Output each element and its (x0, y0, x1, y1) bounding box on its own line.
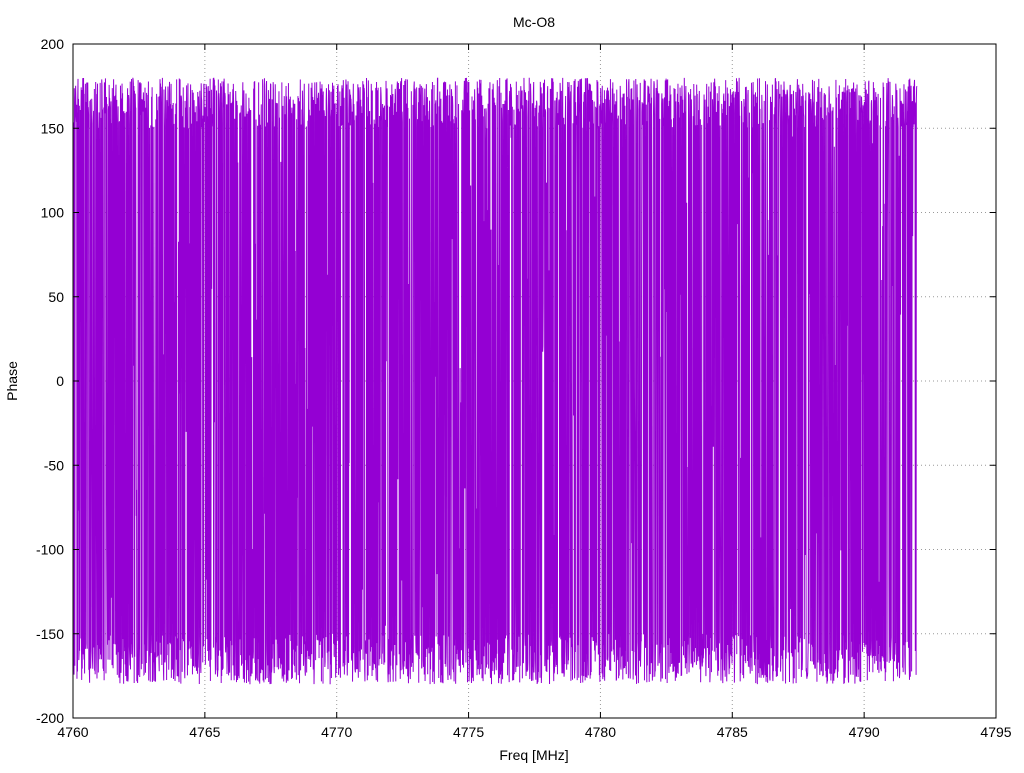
y-tick-label: 0 (56, 373, 64, 389)
series-line (72, 77, 918, 685)
x-tick-label: 4780 (585, 724, 616, 740)
y-tick-label: 150 (41, 120, 65, 136)
phase-chart: 4760 4765 4770 4775 4780 4785 4790 4795 -200 -150… (0, 0, 1024, 768)
y-tick-label: -50 (44, 457, 64, 473)
series-layer (72, 77, 918, 685)
y-tick-label: -200 (36, 710, 64, 726)
y-tick-label: -150 (36, 626, 64, 642)
y-tick-label: 200 (41, 36, 65, 52)
x-tick-label: 4785 (717, 724, 748, 740)
y-tick-label: -100 (36, 542, 64, 558)
chart-title: Mc-O8 (513, 14, 555, 30)
x-tick-label: 4795 (980, 724, 1011, 740)
x-tick-label: 4765 (189, 724, 220, 740)
y-axis-label: Phase (4, 361, 20, 401)
x-axis-label: Freq [MHz] (499, 747, 568, 763)
chart-svg: 4760 4765 4770 4775 4780 4785 4790 4795 -200 -150… (0, 0, 1024, 768)
x-tick-label: 4770 (321, 724, 352, 740)
y-tick-label: 50 (48, 289, 64, 305)
x-tick-label: 4775 (453, 724, 484, 740)
y-tick-label: 100 (41, 205, 65, 221)
x-tick-label: 4760 (57, 724, 88, 740)
x-tick-label: 4790 (849, 724, 880, 740)
